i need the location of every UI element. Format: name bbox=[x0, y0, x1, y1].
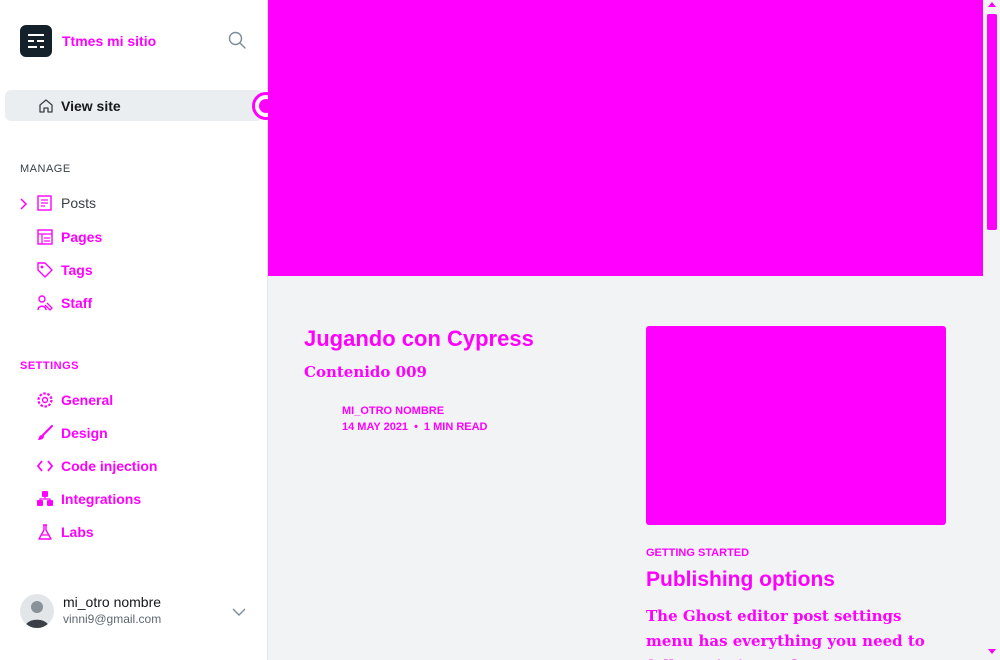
code-icon bbox=[36, 457, 54, 475]
avatar bbox=[20, 594, 54, 628]
post-subtitle: Contenido 009 bbox=[304, 363, 427, 381]
pages-icon bbox=[36, 228, 54, 246]
chevron-down-icon[interactable] bbox=[232, 604, 248, 616]
sidebar-item-label: Staff bbox=[61, 295, 93, 311]
brush-icon bbox=[36, 424, 54, 442]
view-site-label: View site bbox=[61, 98, 121, 114]
sidebar-item-integrations[interactable]: Integrations bbox=[20, 487, 260, 511]
sidebar-item-labs[interactable]: Labs bbox=[20, 520, 260, 544]
view-site-link[interactable]: View site bbox=[5, 90, 263, 121]
sidebar-item-code-injection[interactable]: Code injection bbox=[20, 454, 260, 478]
integrations-icon bbox=[36, 490, 54, 508]
post-read-time: 1 MIN READ bbox=[423, 421, 488, 433]
sidebar-item-label: Integrations bbox=[61, 491, 142, 507]
post-date: 14 MAY 2021 bbox=[342, 421, 409, 433]
user-email: vinni9@gmail.com bbox=[63, 612, 162, 626]
site-brand[interactable]: Ttmes mi sitio bbox=[20, 25, 156, 57]
sidebar-item-label: General bbox=[61, 392, 114, 408]
gear-icon bbox=[36, 391, 54, 409]
sidebar-item-staff[interactable]: Staff bbox=[20, 291, 260, 315]
sidebar-item-design[interactable]: Design bbox=[20, 421, 260, 445]
site-logo-icon bbox=[20, 25, 52, 57]
scroll-thumb[interactable] bbox=[987, 14, 997, 230]
sidebar-item-label: Design bbox=[61, 425, 108, 441]
scroll-down-icon[interactable] bbox=[988, 649, 996, 654]
home-icon bbox=[38, 98, 54, 114]
settings-heading: SETTINGS bbox=[20, 360, 80, 372]
card-tag[interactable]: GETTING STARTED bbox=[646, 547, 749, 559]
user-menu[interactable]: mi_otro nombre vinni9@gmail.com bbox=[20, 592, 260, 632]
site-title[interactable]: Ttmes mi sitio bbox=[62, 33, 156, 49]
user-name: mi_otro nombre bbox=[63, 594, 162, 610]
staff-icon bbox=[36, 294, 54, 312]
meta-separator: • bbox=[414, 421, 418, 433]
chevron-right-icon[interactable] bbox=[20, 197, 30, 210]
card-excerpt: The Ghost editor post settings menu has … bbox=[646, 607, 925, 660]
scroll-up-icon[interactable] bbox=[988, 2, 996, 7]
sidebar-item-pages[interactable]: Pages bbox=[20, 225, 260, 249]
scrollbar[interactable] bbox=[984, 0, 1000, 660]
tag-icon bbox=[36, 261, 54, 279]
sidebar-item-tags[interactable]: Tags bbox=[20, 258, 260, 282]
sidebar-item-label: Posts bbox=[61, 195, 97, 211]
sidebar: Ttmes mi sitio View site MANAGE Posts Pa… bbox=[0, 0, 280, 660]
post-meta: 14 MAY 2021 • 1 MIN READ bbox=[342, 421, 487, 433]
post-author[interactable]: MI_OTRO NOMBRE bbox=[342, 405, 444, 417]
card-image[interactable] bbox=[646, 326, 946, 525]
manage-heading: MANAGE bbox=[20, 163, 71, 175]
sidebar-item-posts[interactable]: Posts bbox=[20, 191, 260, 215]
hero-image bbox=[268, 0, 983, 276]
sidebar-item-label: Pages bbox=[61, 229, 103, 245]
site-preview: Jugando con Cypress Contenido 009 MI_OTR… bbox=[268, 0, 1000, 660]
search-icon[interactable] bbox=[228, 31, 248, 51]
posts-icon bbox=[36, 194, 54, 212]
post-title[interactable]: Jugando con Cypress bbox=[304, 326, 534, 352]
sidebar-item-label: Tags bbox=[61, 262, 93, 278]
sidebar-item-label: Code injection bbox=[61, 458, 158, 474]
sidebar-item-label: Labs bbox=[61, 524, 94, 540]
flask-icon bbox=[36, 523, 54, 541]
card-title[interactable]: Publishing options bbox=[646, 568, 835, 592]
sidebar-item-general[interactable]: General bbox=[20, 388, 260, 412]
